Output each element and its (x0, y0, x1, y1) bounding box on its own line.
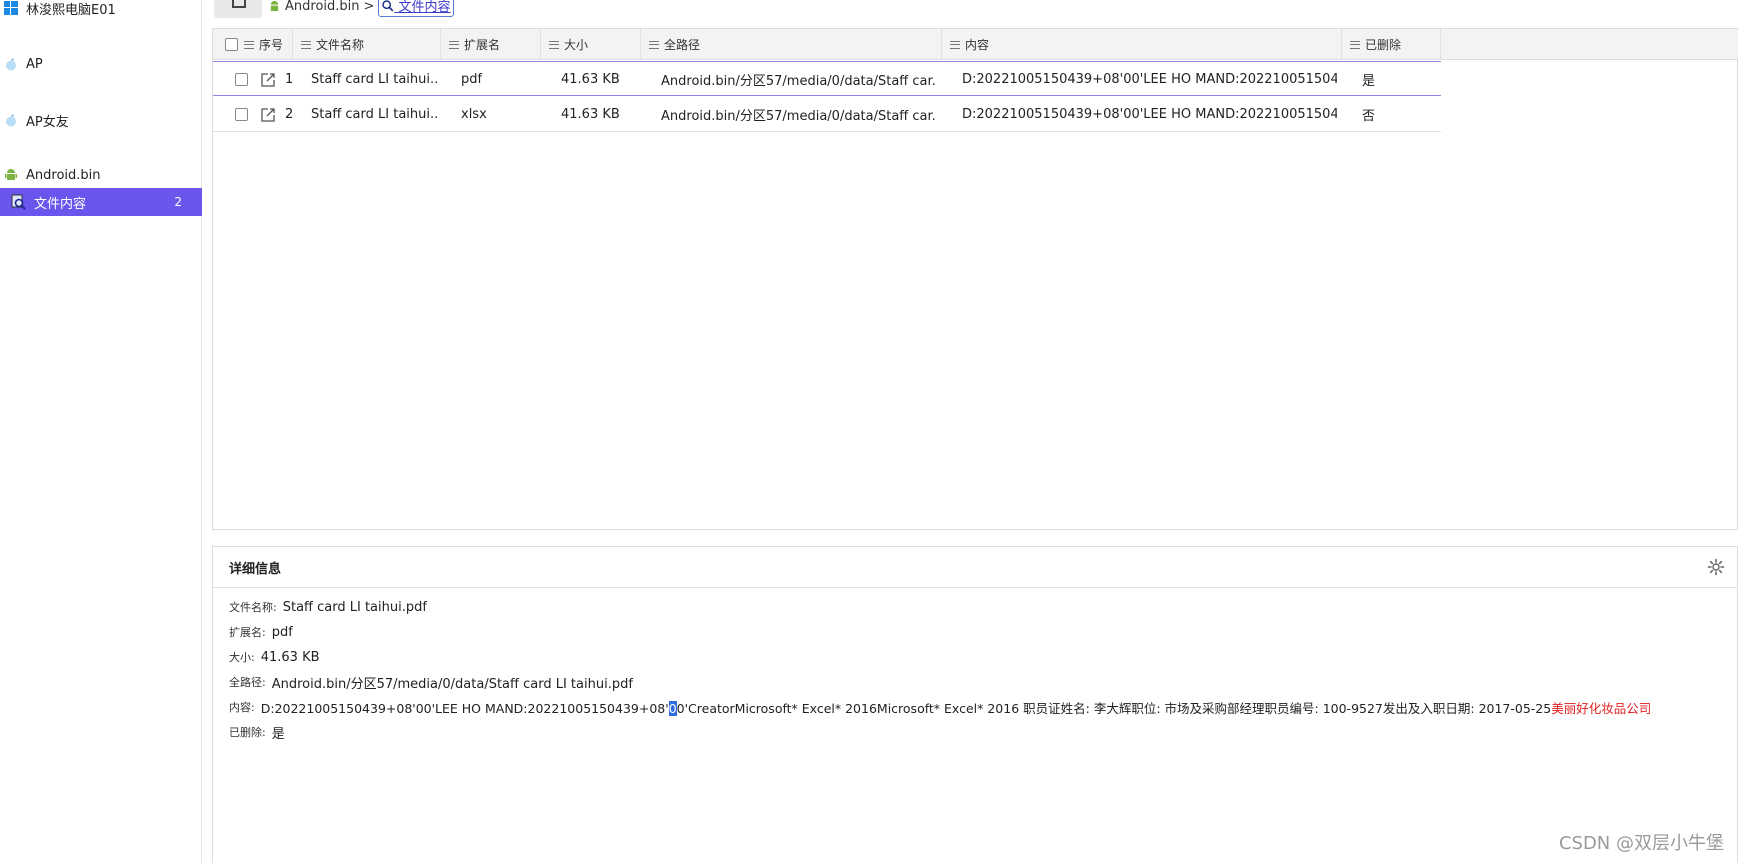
row-deleted: 是 (1362, 74, 1376, 89)
tree-item-file-content[interactable]: 文件内容 2 (0, 188, 202, 216)
row-content: D:20221005150439+08'00'LEE HO MAND:20221… (962, 107, 1337, 122)
detail-key: 全路径: (229, 676, 266, 689)
column-label: 全路径 (664, 38, 701, 52)
table-row[interactable]: 2 Staff card LI taihui.... xlsx 41.63 KB… (213, 97, 1441, 132)
grid-header: 序号 文件名称 扩展名 大小 全路径 内容 已删除 (213, 29, 1738, 60)
detail-value: pdf (271, 624, 293, 640)
breadcrumb-path: Android.bin > 文件内容 (268, 0, 454, 17)
content-text: D:20221005150439+08'00'LEE HO MAND:20221… (260, 700, 669, 716)
open-external-icon[interactable] (259, 62, 277, 97)
row-checkbox[interactable] (235, 62, 248, 97)
detail-ext: 扩展名: pdf (229, 621, 293, 643)
detail-header: 详细信息 (213, 547, 1738, 588)
tree-item-label: Android.bin (26, 167, 101, 183)
column-label: 文件名称 (316, 38, 365, 52)
column-label: 序号 (259, 38, 284, 52)
apple-icon (2, 55, 20, 73)
detail-key: 扩展名: (229, 626, 266, 639)
results-grid: 序号 文件名称 扩展名 大小 全路径 内容 已删除 1 Staff card L… (212, 28, 1738, 530)
app-window: 林浚熙电脑E01 AP AP女友 Android.bin 文件内容 2 Andr… (0, 0, 1738, 863)
column-menu-icon (549, 40, 559, 49)
row-ext: pdf (461, 72, 483, 87)
column-label: 大小 (564, 38, 589, 52)
android-icon (2, 166, 20, 184)
detail-deleted: 已删除: 是 (229, 721, 285, 743)
detail-key: 内容: (229, 701, 255, 714)
select-all-checkbox[interactable] (225, 38, 238, 51)
row-file-name: Staff card LI taihui.... (311, 107, 437, 122)
detail-panel: 详细信息 文件名称: Staff card LI taihui.pdf 扩展名:… (212, 546, 1738, 863)
column-label: 扩展名 (464, 38, 501, 52)
detail-value: 是 (271, 726, 285, 742)
detail-value: 41.63 KB (260, 649, 320, 665)
column-menu-icon (649, 40, 659, 49)
breadcrumb-separator: > (363, 0, 375, 14)
column-header-name[interactable]: 文件名称 (293, 29, 441, 60)
tree-item-label: 林浚熙电脑E01 (26, 2, 116, 18)
back-button[interactable] (214, 0, 262, 18)
tree-item-label: AP (26, 56, 43, 72)
column-header-size[interactable]: 大小 (541, 29, 641, 60)
detail-value: Android.bin/分区57/media/0/data/Staff card… (271, 676, 633, 692)
breadcrumb: Android.bin > 文件内容 (212, 0, 1738, 18)
detail-file-name: 文件名称: Staff card LI taihui.pdf (229, 596, 427, 618)
row-content: D:20221005150439+08'00'LEE HO MAND:20221… (962, 72, 1337, 87)
row-file-name: Staff card LI taihui.... (311, 72, 437, 87)
breadcrumb-parent[interactable]: Android.bin (285, 0, 360, 14)
detail-content-text: D:20221005150439+08'00'LEE HO MAND:20221… (260, 698, 1652, 717)
back-icon (232, 0, 246, 8)
table-row[interactable]: 1 Staff card LI taihui.... pdf 41.63 KB … (213, 61, 1441, 96)
gear-icon[interactable] (1707, 558, 1725, 576)
detail-size: 大小: 41.63 KB (229, 646, 320, 668)
detail-key: 文件名称: (229, 601, 277, 614)
tree-item-ap-girlfriend[interactable]: AP女友 (0, 106, 202, 134)
watermark: CSDN @双层小牛堡 (1558, 833, 1724, 854)
row-ext: xlsx (461, 107, 487, 122)
column-header-index[interactable]: 序号 (213, 29, 293, 60)
sidebar-tree: 林浚熙电脑E01 AP AP女友 Android.bin 文件内容 2 (0, 0, 202, 863)
row-checkbox[interactable] (235, 97, 248, 132)
column-menu-icon (449, 40, 459, 49)
breadcrumb-current[interactable]: 文件内容 (378, 0, 454, 17)
content-highlight: 美丽好化妆品公司 (1551, 700, 1652, 716)
detail-key: 大小: (229, 651, 255, 664)
search-doc-icon (381, 0, 394, 16)
detail-value: Staff card LI taihui.pdf (282, 599, 427, 615)
apple-icon (2, 111, 20, 129)
detail-content[interactable]: 内容: D:20221005150439+08'00'LEE HO MAND:2… (229, 696, 1729, 718)
column-header-path[interactable]: 全路径 (641, 29, 942, 60)
tree-item-ap[interactable]: AP (0, 50, 202, 78)
column-menu-icon (1350, 40, 1360, 49)
column-menu-icon (244, 40, 254, 49)
open-external-icon[interactable] (259, 97, 277, 132)
breadcrumb-current-label: 文件内容 (398, 0, 451, 15)
row-size: 41.63 KB (561, 107, 620, 122)
tree-item-label: AP女友 (26, 114, 69, 130)
tree-item-android-bin[interactable]: Android.bin (0, 161, 202, 189)
android-icon (268, 0, 281, 13)
tree-item-case-computer[interactable]: 林浚熙电脑E01 (0, 0, 202, 22)
column-menu-icon (950, 40, 960, 49)
column-label: 内容 (965, 38, 990, 52)
column-label: 已删除 (1365, 38, 1402, 52)
row-path: Android.bin/分区57/media/0/data/Staff car.… (661, 74, 936, 89)
search-doc-icon (10, 193, 28, 211)
row-index: 1 (285, 72, 294, 87)
detail-key: 已删除: (229, 726, 266, 739)
text-selection: 0 (668, 700, 677, 716)
tree-item-label: 文件内容 (34, 196, 87, 212)
column-header-content[interactable]: 内容 (942, 29, 1342, 60)
row-path: Android.bin/分区57/media/0/data/Staff car.… (661, 109, 936, 124)
row-deleted: 否 (1362, 109, 1376, 124)
content-text: 0'CreatorMicrosoft* Excel* 2016Microsoft… (676, 700, 1552, 716)
row-index: 2 (285, 107, 294, 122)
column-header-deleted[interactable]: 已删除 (1342, 29, 1441, 60)
row-size: 41.63 KB (561, 72, 620, 87)
windows-icon (2, 0, 20, 17)
detail-title: 详细信息 (229, 561, 282, 577)
detail-path: 全路径: Android.bin/分区57/media/0/data/Staff… (229, 671, 633, 693)
column-menu-icon (301, 40, 311, 49)
tree-item-count: 2 (174, 195, 182, 209)
column-header-ext[interactable]: 扩展名 (441, 29, 541, 60)
